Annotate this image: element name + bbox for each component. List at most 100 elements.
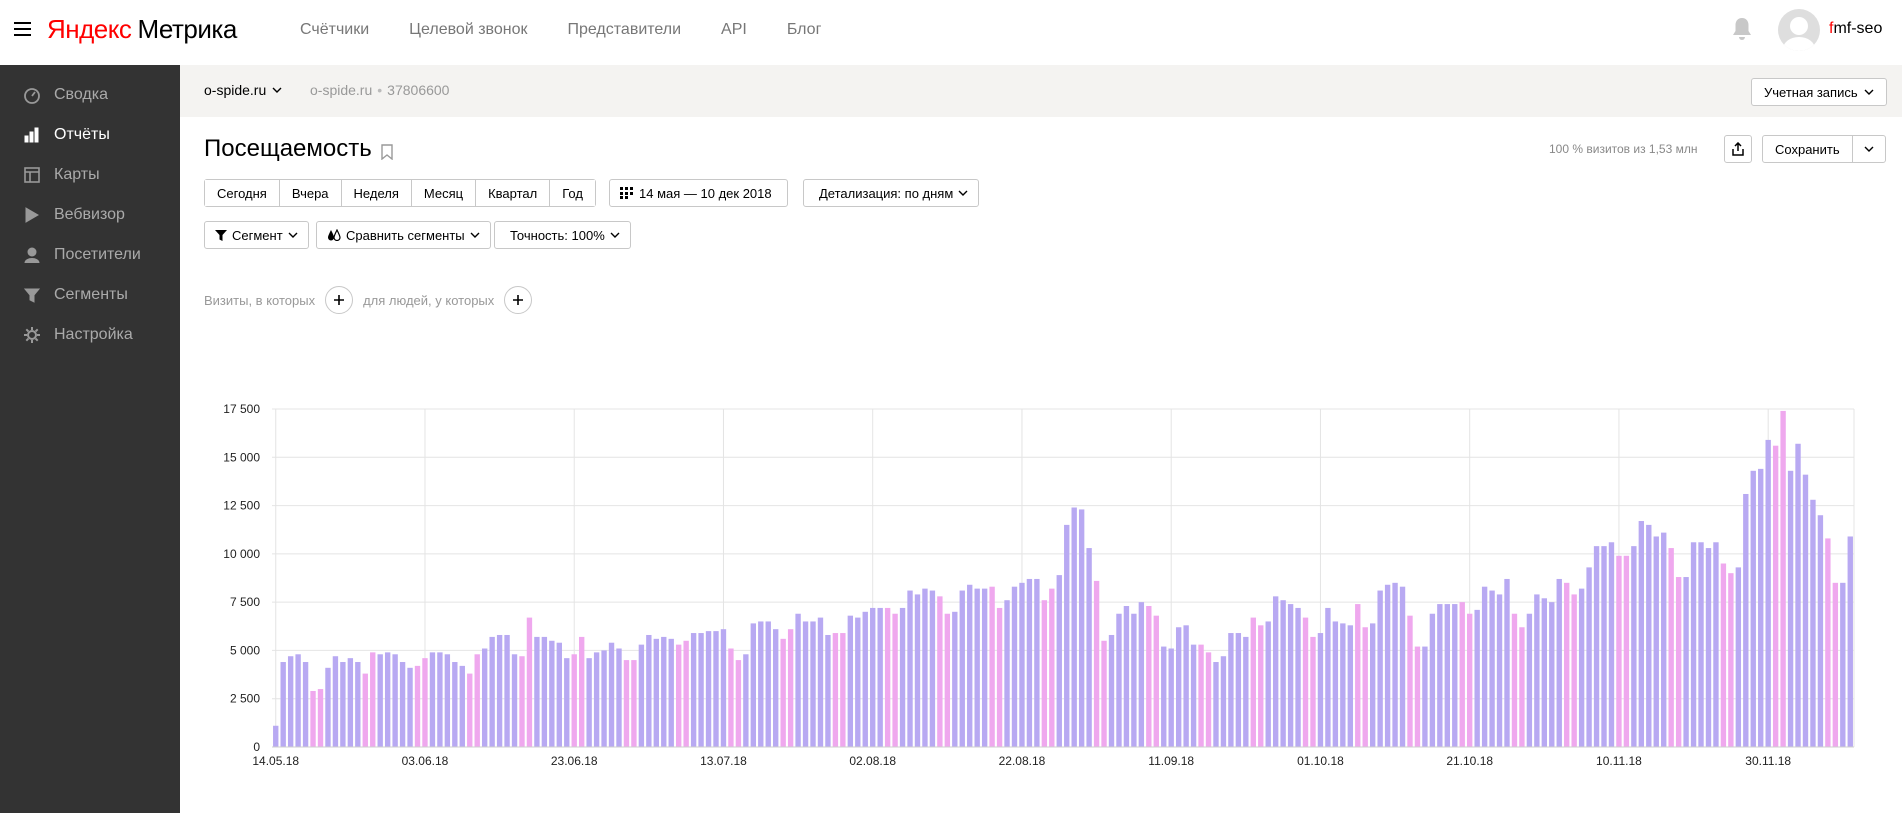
chart-bar[interactable] (937, 596, 943, 747)
chart-bar[interactable] (743, 654, 749, 747)
chart-bar[interactable] (1377, 590, 1383, 747)
chart-bar[interactable] (1810, 499, 1816, 747)
chart-bar[interactable] (1362, 627, 1368, 747)
add-people-condition-button[interactable] (504, 286, 533, 314)
chart-bar[interactable] (1355, 604, 1361, 747)
add-visit-condition-button[interactable] (325, 286, 354, 314)
chart-bar[interactable] (1474, 609, 1480, 747)
nav-counters[interactable]: Счётчики (300, 21, 369, 39)
detail-select[interactable]: Детализация: по дням (803, 179, 980, 207)
chart-bar[interactable] (593, 652, 600, 747)
chart-bar[interactable] (974, 588, 980, 747)
chart-bar[interactable] (1146, 606, 1152, 747)
chart-bar[interactable] (273, 725, 279, 747)
chart-bar[interactable] (862, 611, 868, 747)
chart-bar[interactable] (556, 642, 562, 747)
chart-bar[interactable] (1250, 617, 1256, 747)
chart-bar[interactable] (1653, 536, 1659, 747)
chart-bar[interactable] (414, 665, 421, 747)
chart-bar[interactable] (1093, 580, 1100, 747)
chart-bar[interactable] (802, 621, 809, 747)
segment-button[interactable]: Сегмент (204, 221, 309, 249)
chart-bar[interactable] (1213, 662, 1219, 747)
sidebar-item-settings[interactable]: Настройка (0, 315, 180, 355)
chart-bar[interactable] (870, 607, 876, 747)
chart-bar[interactable] (1743, 493, 1749, 747)
chart-bar[interactable] (1011, 586, 1018, 747)
chart-bar[interactable] (773, 629, 779, 747)
period-year[interactable]: Год (550, 180, 595, 206)
chart-bar[interactable] (1183, 625, 1189, 747)
chart-bar[interactable] (347, 658, 354, 747)
chart-bar[interactable] (1049, 588, 1055, 747)
chart-bar[interactable] (608, 642, 615, 747)
chart-bar[interactable] (1198, 644, 1204, 747)
chart-bar[interactable] (1317, 633, 1324, 747)
chart-bar[interactable] (1369, 623, 1376, 747)
chart-bar[interactable] (698, 633, 704, 747)
chart-bar[interactable] (1795, 443, 1801, 747)
chart-bar[interactable] (1638, 521, 1645, 747)
period-week[interactable]: Неделя (341, 180, 412, 206)
chart-bar[interactable] (302, 662, 309, 747)
chart-bar[interactable] (1668, 548, 1674, 747)
chart-bar[interactable] (1519, 627, 1525, 747)
chart-bar[interactable] (1780, 410, 1786, 747)
chart-bar[interactable] (496, 634, 503, 747)
chart-bar[interactable] (817, 617, 824, 747)
chart-bar[interactable] (1772, 445, 1779, 747)
chart-bar[interactable] (1340, 623, 1346, 747)
chart-bar[interactable] (422, 658, 428, 747)
chart-bar[interactable] (959, 590, 965, 747)
chart-bar[interactable] (1571, 594, 1577, 747)
chart-bar[interactable] (1541, 598, 1548, 747)
chart-bar[interactable] (1265, 621, 1271, 747)
chart-bar[interactable] (1675, 577, 1682, 747)
chart-bar[interactable] (765, 621, 771, 747)
account-button[interactable]: Учетная запись (1751, 78, 1887, 106)
chart-bar[interactable] (362, 673, 368, 747)
chart-bar[interactable] (623, 660, 630, 747)
nav-api[interactable]: API (721, 21, 747, 39)
chart-bar[interactable] (1459, 602, 1465, 747)
chart-bar[interactable] (1243, 636, 1249, 747)
chart-bar[interactable] (787, 629, 794, 747)
chart-bar[interactable] (1429, 613, 1436, 747)
chart-bar[interactable] (534, 636, 540, 747)
chart-bar[interactable] (646, 634, 652, 747)
chart-bar[interactable] (1071, 507, 1077, 747)
chart-bar[interactable] (877, 607, 883, 747)
chart-bar[interactable] (1086, 548, 1092, 747)
chart-bar[interactable] (377, 654, 383, 747)
chart-bar[interactable] (780, 638, 786, 747)
chart-bar[interactable] (1608, 542, 1615, 747)
chart-bar[interactable] (437, 652, 443, 747)
chart-bar[interactable] (892, 613, 898, 747)
chart-bar[interactable] (1444, 604, 1450, 747)
chart-bar[interactable] (922, 588, 928, 747)
sidebar-item-segments[interactable]: Сегменты (0, 275, 180, 315)
chart-bar[interactable] (1728, 573, 1734, 747)
chart-bar[interactable] (1847, 536, 1853, 747)
chart-bar[interactable] (287, 656, 294, 747)
chart-bar[interactable] (452, 662, 458, 747)
chart-bar[interactable] (676, 644, 682, 747)
chart-bar[interactable] (295, 654, 301, 747)
chart-bar[interactable] (1064, 524, 1070, 747)
chart-bar[interactable] (690, 633, 697, 747)
chart-bar[interactable] (705, 631, 712, 747)
chart-bar[interactable] (1272, 596, 1279, 747)
sidebar-item-maps[interactable]: Карты (0, 155, 180, 195)
chart-bar[interactable] (1623, 555, 1630, 747)
nav-representatives[interactable]: Представители (567, 21, 681, 39)
chart-bar[interactable] (511, 654, 518, 747)
chart-bar[interactable] (578, 636, 585, 747)
chart-bar[interactable] (1720, 563, 1727, 747)
date-range-button[interactable]: 14 мая — 10 дек 2018 (609, 179, 788, 207)
chart-bar[interactable] (653, 638, 659, 747)
chart-bar[interactable] (1414, 646, 1421, 747)
chart-bar[interactable] (467, 673, 473, 747)
chart-bar[interactable] (601, 650, 607, 747)
chart-bar[interactable] (317, 689, 324, 747)
chart-bar[interactable] (631, 660, 637, 747)
